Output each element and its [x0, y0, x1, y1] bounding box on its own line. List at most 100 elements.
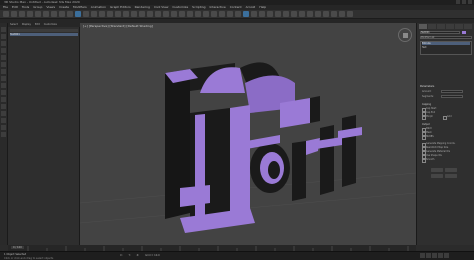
toolbar-button[interactable] [275, 11, 281, 17]
toolbar-button[interactable] [51, 11, 57, 17]
toolbar-button[interactable] [171, 11, 177, 17]
toolbar-button[interactable] [123, 11, 129, 17]
toolbar-button[interactable] [211, 11, 217, 17]
object-color-swatch[interactable] [462, 31, 466, 34]
panel-button-2[interactable] [445, 168, 457, 172]
toolbar-button[interactable] [163, 11, 169, 17]
side-tool-button[interactable] [1, 125, 6, 130]
toolbar-button[interactable] [11, 11, 17, 17]
toolbar-button[interactable] [267, 11, 273, 17]
scene-tab-display[interactable]: Display [22, 23, 31, 27]
toolbar-button[interactable] [91, 11, 97, 17]
toolbar-button[interactable] [219, 11, 225, 17]
toolbar-button[interactable] [339, 11, 345, 17]
toolbar-button[interactable] [147, 11, 153, 17]
toolbar-button[interactable] [115, 11, 121, 17]
side-tool-button[interactable] [1, 76, 6, 81]
panel-button-1[interactable] [431, 168, 443, 172]
toolbar-button[interactable] [259, 11, 265, 17]
toolbar-button[interactable] [347, 11, 353, 17]
side-tool-button[interactable] [1, 132, 6, 137]
command-panel: Text001 Modifier List Extrude Text Param… [416, 23, 474, 245]
segments-field[interactable] [441, 95, 463, 98]
side-tool-button[interactable] [1, 27, 6, 32]
display-tab[interactable] [455, 24, 463, 29]
parameters-header[interactable]: Parameters [420, 85, 434, 88]
toolbar-button[interactable] [235, 11, 241, 17]
scene-tab-edit[interactable]: Edit [35, 23, 40, 27]
toolbar-button[interactable] [19, 11, 25, 17]
go-to-start-button[interactable] [420, 253, 425, 258]
side-tool-button[interactable] [1, 111, 6, 116]
side-tool-button[interactable] [1, 48, 6, 53]
hierarchy-tab[interactable] [437, 24, 445, 29]
toolbar-button[interactable] [203, 11, 209, 17]
toolbar-button[interactable] [299, 11, 305, 17]
smooth-label: Smooth [426, 158, 435, 161]
grid-size: Grid = 10.0 [145, 254, 160, 257]
play-button[interactable] [432, 253, 437, 258]
scene-item-row[interactable] [10, 33, 78, 36]
toolbar-button[interactable] [43, 11, 49, 17]
morph-label: Morph [426, 115, 433, 118]
toolbar-button[interactable] [35, 11, 41, 17]
toolbar-button[interactable] [243, 11, 249, 17]
toolbar-button[interactable] [187, 11, 193, 17]
modify-tab[interactable] [428, 24, 436, 29]
toolbar-button[interactable] [83, 11, 89, 17]
next-frame-button[interactable] [438, 253, 443, 258]
side-tool-button[interactable] [1, 34, 6, 39]
toolbar-button[interactable] [75, 11, 81, 17]
toolbar-button[interactable] [179, 11, 185, 17]
y-label: Y: [128, 254, 131, 257]
viewport-label[interactable]: [+] [Perspective] [Standard] [Default Sh… [83, 24, 153, 28]
side-tool-button[interactable] [1, 90, 6, 95]
toolbar-button[interactable] [323, 11, 329, 17]
side-tool-button[interactable] [1, 69, 6, 74]
toolbar-button[interactable] [131, 11, 137, 17]
side-tool-button[interactable] [1, 104, 6, 109]
viewcube-icon[interactable] [398, 28, 412, 42]
toolbar-button[interactable] [27, 11, 33, 17]
create-tab[interactable] [419, 24, 427, 29]
time-slider[interactable]: 0 / 100 [11, 246, 24, 249]
toolbar-button[interactable] [307, 11, 313, 17]
toolbar-button[interactable] [315, 11, 321, 17]
maximize-button[interactable] [462, 0, 466, 4]
stack-item-extrude[interactable]: Extrude [422, 42, 470, 45]
side-tool-button[interactable] [1, 41, 6, 46]
toolbar-button[interactable] [283, 11, 289, 17]
minimize-button[interactable] [456, 0, 460, 4]
viewport-canvas[interactable] [80, 23, 416, 245]
toolbar-button[interactable] [195, 11, 201, 17]
toolbar-button[interactable] [251, 11, 257, 17]
side-tool-button[interactable] [1, 97, 6, 102]
toolbar-button[interactable] [67, 11, 73, 17]
toolbar-button[interactable] [331, 11, 337, 17]
close-button[interactable] [468, 0, 472, 4]
toolbar-button[interactable] [107, 11, 113, 17]
side-tool-button[interactable] [1, 118, 6, 123]
amount-field[interactable] [441, 90, 463, 93]
scene-explorer-header-row [10, 29, 78, 32]
prev-frame-button[interactable] [426, 253, 431, 258]
panel-button-3[interactable] [431, 174, 443, 178]
panel-button-4[interactable] [445, 174, 457, 178]
toolbar-button[interactable] [227, 11, 233, 17]
toolbar-button[interactable] [3, 11, 9, 17]
go-to-end-button[interactable] [444, 253, 449, 258]
side-tool-button[interactable] [1, 83, 6, 88]
side-tool-button[interactable] [1, 62, 6, 67]
toolbar-button[interactable] [291, 11, 297, 17]
toolbar-button[interactable] [59, 11, 65, 17]
perspective-viewport[interactable]: [+] [Perspective] [Standard] [Default Sh… [80, 23, 416, 245]
utilities-tab[interactable] [464, 24, 472, 29]
toolbar-button[interactable] [139, 11, 145, 17]
stack-item-text[interactable]: Text [422, 46, 426, 49]
toolbar-button[interactable] [155, 11, 161, 17]
scene-tab-select[interactable]: Select [10, 23, 18, 27]
toolbar-button[interactable] [99, 11, 105, 17]
scene-tab-customize[interactable]: Customize [44, 23, 57, 27]
motion-tab[interactable] [446, 24, 454, 29]
side-tool-button[interactable] [1, 55, 6, 60]
